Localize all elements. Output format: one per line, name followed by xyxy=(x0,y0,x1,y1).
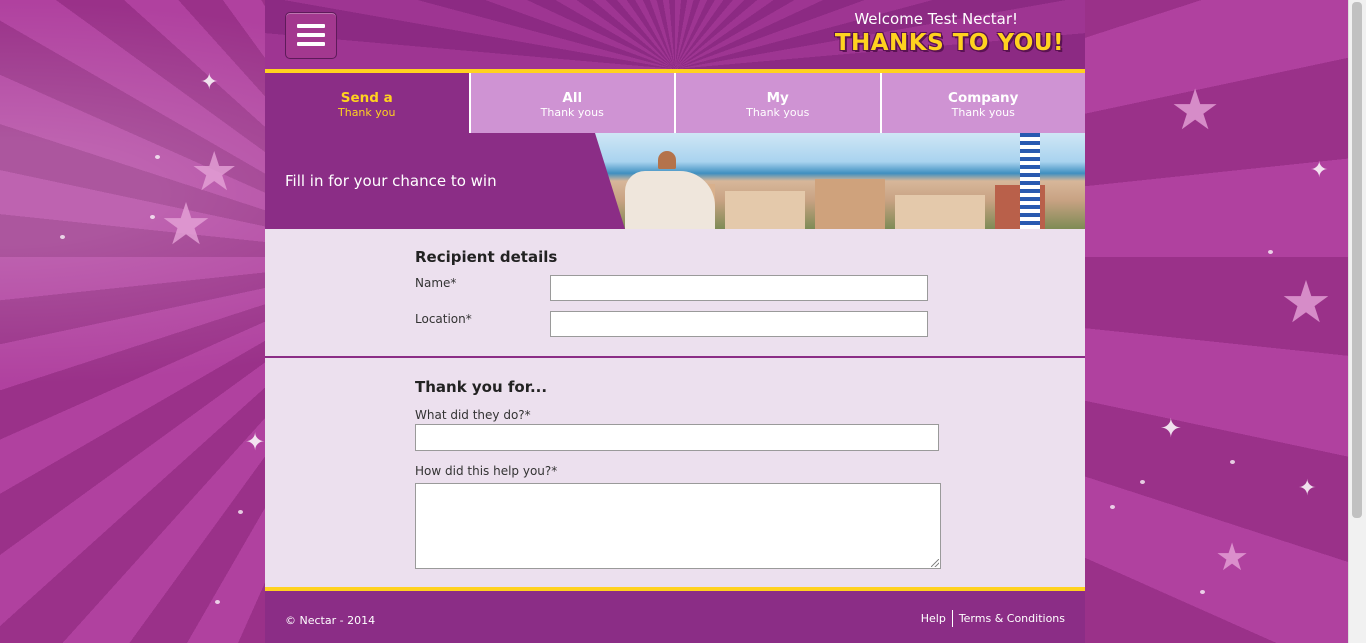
copyright-text: © Nectar - 2014 xyxy=(285,614,376,627)
location-input[interactable] xyxy=(550,311,928,337)
welcome-message: Welcome Test Nectar! xyxy=(854,10,1018,28)
dot xyxy=(1230,460,1235,464)
resize-handle-icon[interactable] xyxy=(931,559,939,567)
scrollbar-thumb[interactable] xyxy=(1352,2,1362,518)
how-did-this-help-label: How did this help you?* xyxy=(415,464,558,478)
recipient-details-section: Recipient details Name* Location* xyxy=(265,229,1085,358)
thank-you-for-section: Thank you for... What did they do?* How … xyxy=(265,358,1085,587)
tab-sublabel: Thank yous xyxy=(540,106,604,119)
star-icon: ★ xyxy=(160,190,212,258)
help-link[interactable]: Help xyxy=(921,612,946,625)
tab-label: Send a xyxy=(340,90,393,106)
dot xyxy=(1200,590,1205,594)
dot xyxy=(215,600,220,604)
header: Welcome Test Nectar! THANKS TO YOU! xyxy=(265,0,1085,69)
page-scrollbar[interactable] xyxy=(1348,0,1366,643)
tab-send-thank-you[interactable]: Send a Thank you xyxy=(265,73,469,133)
brand-logo[interactable]: THANKS TO YOU! xyxy=(835,30,1064,56)
dot xyxy=(155,155,160,159)
what-did-they-do-label: What did they do?* xyxy=(415,408,531,422)
section-title: Recipient details xyxy=(415,248,558,266)
footer-separator xyxy=(951,610,953,627)
promo-banner: Fill in for your chance to win xyxy=(265,133,1085,229)
tab-label: Company xyxy=(948,90,1019,106)
banner-text: Fill in for your chance to win xyxy=(285,172,497,190)
name-label: Name* xyxy=(415,276,457,290)
name-input[interactable] xyxy=(550,275,928,301)
sparkle-icon: ✦ xyxy=(1160,414,1182,444)
dot xyxy=(60,235,65,239)
tab-label: All xyxy=(562,90,583,106)
sparkle-icon: ✦ xyxy=(1298,476,1317,501)
star-icon: ★ xyxy=(1215,535,1250,579)
what-did-they-do-input[interactable] xyxy=(415,424,939,451)
city-skyline-image xyxy=(595,133,1085,229)
dot xyxy=(238,510,243,514)
sparkle-icon: ✦ xyxy=(1310,158,1329,183)
tab-sublabel: Thank yous xyxy=(951,106,1015,119)
tab-sublabel: Thank yous xyxy=(746,106,810,119)
tab-my-thank-yous[interactable]: My Thank yous xyxy=(674,73,880,133)
dot xyxy=(1110,505,1115,509)
section-title: Thank you for... xyxy=(415,378,548,396)
how-did-this-help-textarea[interactable] xyxy=(415,483,941,569)
footer-links: Help Terms & Conditions xyxy=(921,610,1065,627)
star-icon: ★ xyxy=(1280,268,1332,336)
tab-sublabel: Thank you xyxy=(338,106,396,119)
tab-company-thank-yous[interactable]: Company Thank yous xyxy=(879,73,1085,133)
tab-label: My xyxy=(766,90,789,106)
location-label: Location* xyxy=(415,312,472,326)
page-container: Welcome Test Nectar! THANKS TO YOU! Send… xyxy=(265,0,1085,643)
terms-link[interactable]: Terms & Conditions xyxy=(959,612,1065,625)
tab-bar: Send a Thank you All Thank yous My Thank… xyxy=(265,73,1085,133)
star-icon: ★ xyxy=(1170,78,1221,143)
dot xyxy=(1268,250,1273,254)
sparkle-icon: ✦ xyxy=(245,428,266,456)
dot xyxy=(150,215,155,219)
footer: © Nectar - 2014 Help Terms & Conditions xyxy=(265,591,1085,643)
dot xyxy=(1140,480,1145,484)
sparkle-icon: ✦ xyxy=(200,70,219,95)
tab-all-thank-yous[interactable]: All Thank yous xyxy=(468,73,674,133)
menu-button[interactable] xyxy=(285,12,337,59)
